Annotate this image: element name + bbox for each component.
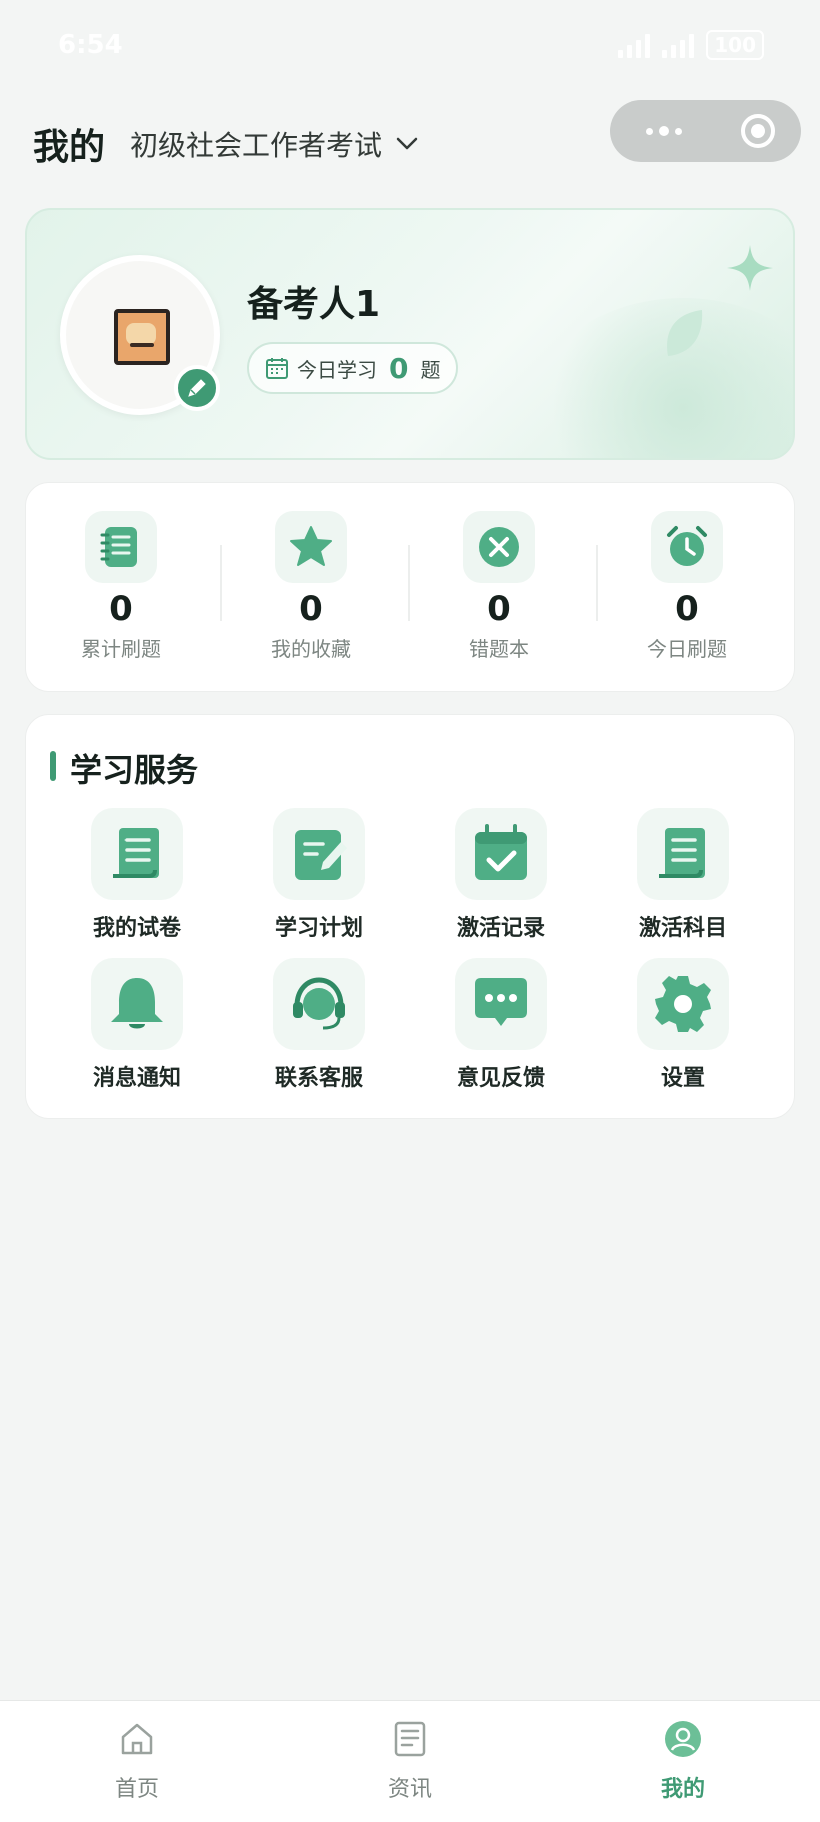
service-icon-box — [637, 808, 729, 900]
service-label: 激活科目 — [638, 916, 727, 941]
profile-icon — [665, 1721, 701, 1757]
bottom-tab-bar: 首页 资讯 我的 — [0, 1700, 820, 1822]
leaf-icon — [667, 310, 703, 356]
avatar-image — [114, 309, 170, 365]
section-title-bar — [50, 751, 56, 781]
stat-icon-box — [85, 511, 157, 583]
tab-news[interactable]: 资讯 — [330, 1719, 490, 1803]
section-title: 学习服务 — [50, 745, 198, 791]
service-label: 意见反馈 — [456, 1066, 545, 1091]
service-icon-box — [91, 808, 183, 900]
service-icon-box — [273, 958, 365, 1050]
gear-icon — [655, 976, 711, 1032]
status-bar: 6:54 100 — [0, 0, 820, 86]
service-my-papers[interactable]: 我的试卷 — [57, 808, 217, 942]
bell-icon — [111, 978, 163, 1029]
stat-today-questions[interactable]: 0 今日刷题 — [592, 511, 782, 662]
service-settings[interactable]: 设置 — [603, 958, 763, 1092]
calendar-check-icon — [475, 824, 527, 880]
service-icon-box — [273, 808, 365, 900]
stat-icon-box — [463, 511, 535, 583]
star-icon — [290, 526, 332, 566]
close-target-icon[interactable] — [741, 114, 775, 148]
headset-icon — [293, 977, 345, 1030]
subject-scroll-icon — [659, 828, 705, 878]
service-study-plan[interactable]: 学习计划 — [239, 808, 399, 942]
stat-label: 累计刷题 — [81, 637, 161, 661]
profile-card: 备考人1 今日学习 0 题 — [25, 208, 795, 460]
sparkle-icon — [727, 245, 773, 291]
notebook-icon — [100, 527, 137, 567]
service-feedback[interactable]: 意见反馈 — [421, 958, 581, 1092]
stat-favorites[interactable]: 0 我的收藏 — [216, 511, 406, 662]
service-icon-box — [455, 808, 547, 900]
stat-wrong-book[interactable]: 0 错题本 — [404, 511, 594, 662]
mini-program-capsule — [610, 100, 801, 162]
study-services-card: 学习服务 我的试卷 学习计划 激活记录 激活科目 消息通知 联系客服 意见反馈 … — [25, 714, 795, 1119]
battery-level: 100 — [706, 30, 764, 60]
page-title: 我的 — [33, 127, 106, 168]
service-label: 消息通知 — [92, 1066, 181, 1091]
service-icon-box — [637, 958, 729, 1050]
exam-selector-label: 初级社会工作者考试 — [130, 129, 383, 162]
service-notifications[interactable]: 消息通知 — [57, 958, 217, 1092]
section-title-text: 学习服务 — [70, 751, 199, 789]
more-icon[interactable] — [646, 126, 682, 136]
page-header: 我的 初级社会工作者考试 — [0, 100, 820, 180]
status-time: 6:54 — [58, 30, 123, 60]
chevron-down-icon — [396, 137, 418, 150]
today-study-badge: 今日学习 0 题 — [247, 342, 459, 394]
stat-total-questions[interactable]: 0 累计刷题 — [26, 511, 216, 662]
stat-label: 我的收藏 — [271, 637, 351, 661]
service-label: 激活记录 — [456, 916, 545, 941]
tab-home[interactable]: 首页 — [57, 1719, 217, 1803]
today-study-suffix: 题 — [420, 357, 441, 382]
stat-icon-box — [651, 511, 723, 583]
stat-value: 0 — [675, 589, 699, 629]
service-activation-records[interactable]: 激活记录 — [421, 808, 581, 942]
service-label: 学习计划 — [274, 916, 363, 941]
stat-value: 0 — [487, 589, 511, 629]
tab-label: 我的 — [660, 1777, 705, 1802]
stat-icon-box — [275, 511, 347, 583]
pencil-icon — [188, 379, 206, 397]
calendar-icon — [266, 358, 288, 379]
stat-label: 今日刷题 — [647, 637, 727, 661]
edit-avatar-button[interactable] — [174, 365, 220, 411]
signal-icon-2 — [662, 32, 695, 58]
stat-label: 错题本 — [469, 637, 529, 661]
exam-selector[interactable]: 初级社会工作者考试 — [130, 124, 418, 164]
tab-mine[interactable]: 我的 — [603, 1719, 763, 1803]
tab-label: 资讯 — [387, 1777, 432, 1802]
today-study-prefix: 今日学习 — [297, 357, 377, 382]
alarm-clock-icon — [667, 526, 707, 566]
news-icon — [394, 1721, 426, 1757]
service-label: 联系客服 — [274, 1066, 363, 1091]
service-activation-subjects[interactable]: 激活科目 — [603, 808, 763, 942]
x-circle-icon — [479, 527, 519, 567]
home-icon — [121, 1723, 153, 1755]
user-name: 备考人1 — [247, 284, 381, 325]
chat-bubble-icon — [475, 978, 527, 1026]
stat-value: 0 — [109, 589, 133, 629]
plan-edit-icon — [295, 830, 347, 880]
stats-card: 0 累计刷题 0 我的收藏 0 错题本 0 今日刷题 — [25, 482, 795, 692]
status-indicators: 100 — [618, 30, 764, 60]
stat-value: 0 — [299, 589, 323, 629]
service-icon-box — [455, 958, 547, 1050]
tab-label: 首页 — [114, 1777, 159, 1802]
today-study-count: 0 — [389, 351, 409, 385]
service-label: 设置 — [660, 1066, 705, 1091]
paper-scroll-icon — [113, 828, 159, 878]
signal-icon — [618, 32, 651, 58]
service-customer-support[interactable]: 联系客服 — [239, 958, 399, 1092]
service-icon-box — [91, 958, 183, 1050]
service-label: 我的试卷 — [92, 916, 181, 941]
